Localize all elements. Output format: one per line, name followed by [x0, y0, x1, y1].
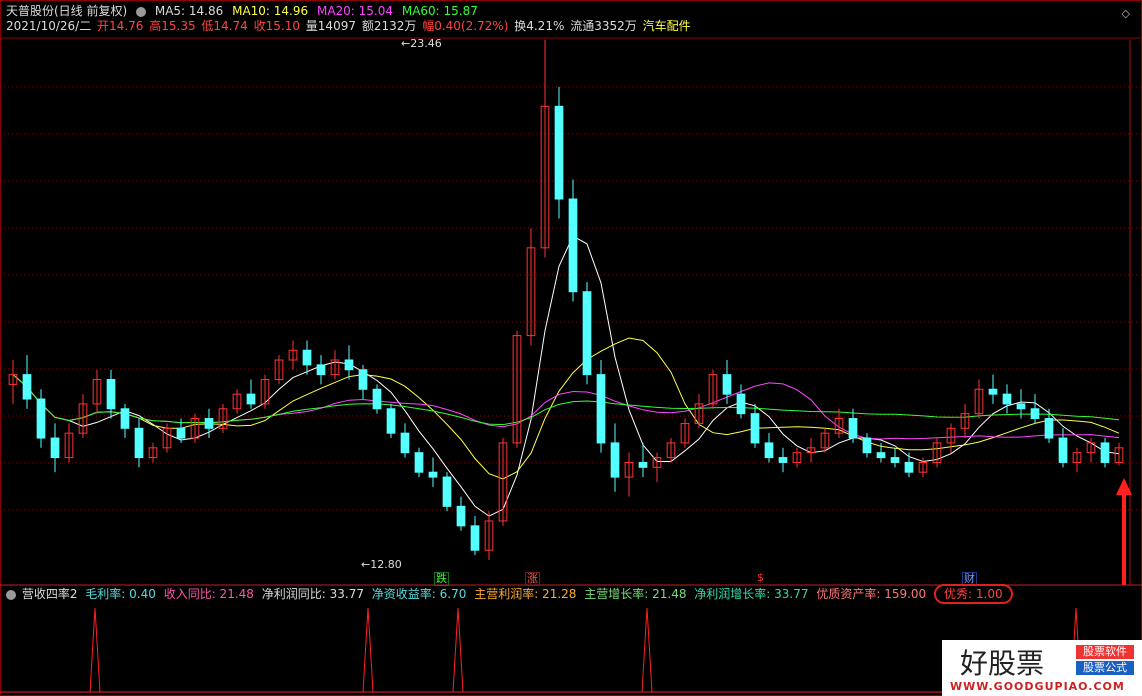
candle-body-24: [344, 359, 354, 371]
stock-title[interactable]: 天普股份(日线 前复权): [6, 4, 127, 18]
candle-body-63: [890, 457, 900, 463]
quote-amount: 额2132万: [361, 19, 417, 33]
candle-body-62: [876, 452, 886, 459]
candle-body-54: [764, 442, 774, 459]
candle-body-52: [736, 393, 746, 415]
candle-body-71: [1002, 393, 1012, 405]
quote-float: 流通3352万: [570, 19, 637, 33]
event-marker-zhang[interactable]: 涨: [525, 572, 540, 586]
net-growth: 净利润增长率: 33.77: [694, 587, 809, 601]
event-marker-dollar[interactable]: $: [756, 572, 765, 584]
candle-body-73: [1030, 408, 1040, 420]
candle-body-55: [778, 457, 788, 463]
excellent-value: 优秀: 1.00: [934, 584, 1013, 604]
candle-body-8: [120, 408, 130, 429]
main-growth: 主营增长率: 21.48: [584, 587, 687, 601]
candle-body-26: [372, 388, 382, 410]
candle-body-21: [302, 349, 312, 366]
ma20-label: MA20: 15.04: [316, 4, 394, 18]
candle-body-12: [176, 427, 186, 439]
main-profit-rate: 主营利润率: 21.28: [474, 587, 577, 601]
candle-body-78: [1100, 442, 1110, 463]
header-row: 天普股份(日线 前复权) MA5: 14.86 MA10: 14.96 MA20…: [6, 3, 483, 19]
candle-body-28: [400, 432, 410, 454]
high-price-label: ←23.46: [401, 37, 442, 50]
ma5-label: MA5: 14.86: [154, 4, 224, 18]
candle-body-74: [1044, 418, 1054, 439]
candle-body-2: [36, 398, 46, 439]
quote-row: 2021/10/26/二 开14.76 高15.35 低14.74 收15.10…: [6, 18, 696, 34]
candle-body-3: [50, 437, 60, 459]
chevron-up-icon[interactable]: ◇: [1122, 7, 1130, 20]
watermark-title: 好股票: [960, 647, 1045, 680]
quote-high: 高15.35: [149, 19, 196, 33]
watermark-tag-software: 股票软件: [1076, 645, 1134, 659]
quote-turnover: 换4.21%: [514, 19, 565, 33]
revenue-yoy: 收入同比: 21.48: [163, 587, 254, 601]
candle-body-45: [638, 461, 648, 468]
candle-body-29: [414, 452, 424, 473]
candle-body-51: [722, 374, 732, 395]
indicator-spike-0: [89, 607, 101, 693]
candle-body-42: [596, 374, 606, 444]
candle-body-22: [316, 364, 326, 376]
candle-body-39: [554, 105, 564, 200]
candle-body-33: [470, 525, 480, 551]
gross-margin: 毛利率: 0.40: [85, 587, 156, 601]
watermark: 好股票 WWW.GOODGUPIAO.COM 股票软件 股票公式: [942, 640, 1142, 696]
settings-circle-icon[interactable]: [136, 6, 147, 17]
candle-body-25: [358, 369, 368, 390]
ma10-label: MA10: 14.96: [232, 4, 309, 18]
candle-body-9: [134, 427, 144, 459]
quote-close: 收15.10: [253, 19, 300, 33]
ma60-label: MA60: 15.87: [401, 4, 478, 18]
quote-change: 幅0.40(2.72%): [422, 19, 509, 33]
candle-body-14: [204, 418, 214, 429]
candle-body-27: [386, 408, 396, 434]
candle-body-7: [106, 379, 116, 410]
moving-average-lines: [12, 235, 1120, 517]
candle-body-40: [568, 198, 578, 293]
event-marker-die[interactable]: 跌: [434, 572, 449, 586]
watermark-tag-formula: 股票公式: [1076, 661, 1134, 675]
profit-yoy: 净利润同比: 33.77: [261, 587, 364, 601]
candle-body-30: [428, 471, 438, 478]
quote-volume: 量14097: [305, 19, 356, 33]
quote-open: 开14.76: [97, 19, 144, 33]
quote-date: 2021/10/26/二: [6, 19, 92, 33]
indicator-settings-icon[interactable]: [6, 589, 16, 600]
ma5-line: [12, 235, 1120, 517]
candle-body-32: [456, 505, 466, 527]
low-price-value: 12.80: [370, 558, 402, 571]
roe: 净资收益率: 6.70: [371, 587, 467, 601]
candle-body-41: [582, 291, 592, 376]
candle-body-70: [988, 388, 998, 395]
indicator-row: 营收四率2 毛利率: 0.40 收入同比: 21.48 净利润同比: 33.77…: [6, 584, 1018, 604]
high-price-value: 23.46: [410, 37, 442, 50]
candle-body-60: [848, 418, 858, 439]
watermark-url: WWW.GOODGUPIAO.COM: [950, 680, 1125, 693]
quote-low: 低14.74: [201, 19, 248, 33]
candle-body-1: [22, 374, 32, 400]
candlestick-series: [8, 40, 1124, 560]
candle-body-75: [1058, 437, 1068, 463]
candle-body-53: [750, 413, 760, 444]
indicator-name[interactable]: 营收四率2: [22, 587, 78, 601]
candle-body-61: [862, 437, 872, 454]
candle-body-17: [246, 393, 256, 405]
candle-body-64: [904, 461, 914, 473]
low-price-label: ←12.80: [361, 558, 402, 571]
indicator-spike-1: [362, 607, 374, 693]
indicator-spike-3: [641, 607, 653, 693]
candle-body-43: [610, 442, 620, 478]
ma10-line: [12, 337, 1120, 480]
candle-body-72: [1016, 403, 1026, 410]
quote-sector[interactable]: 汽车配件: [643, 19, 691, 33]
indicator-spike-2: [452, 607, 464, 693]
candle-body-31: [442, 476, 452, 507]
quality-asset: 优质资产率: 159.00: [816, 587, 927, 601]
